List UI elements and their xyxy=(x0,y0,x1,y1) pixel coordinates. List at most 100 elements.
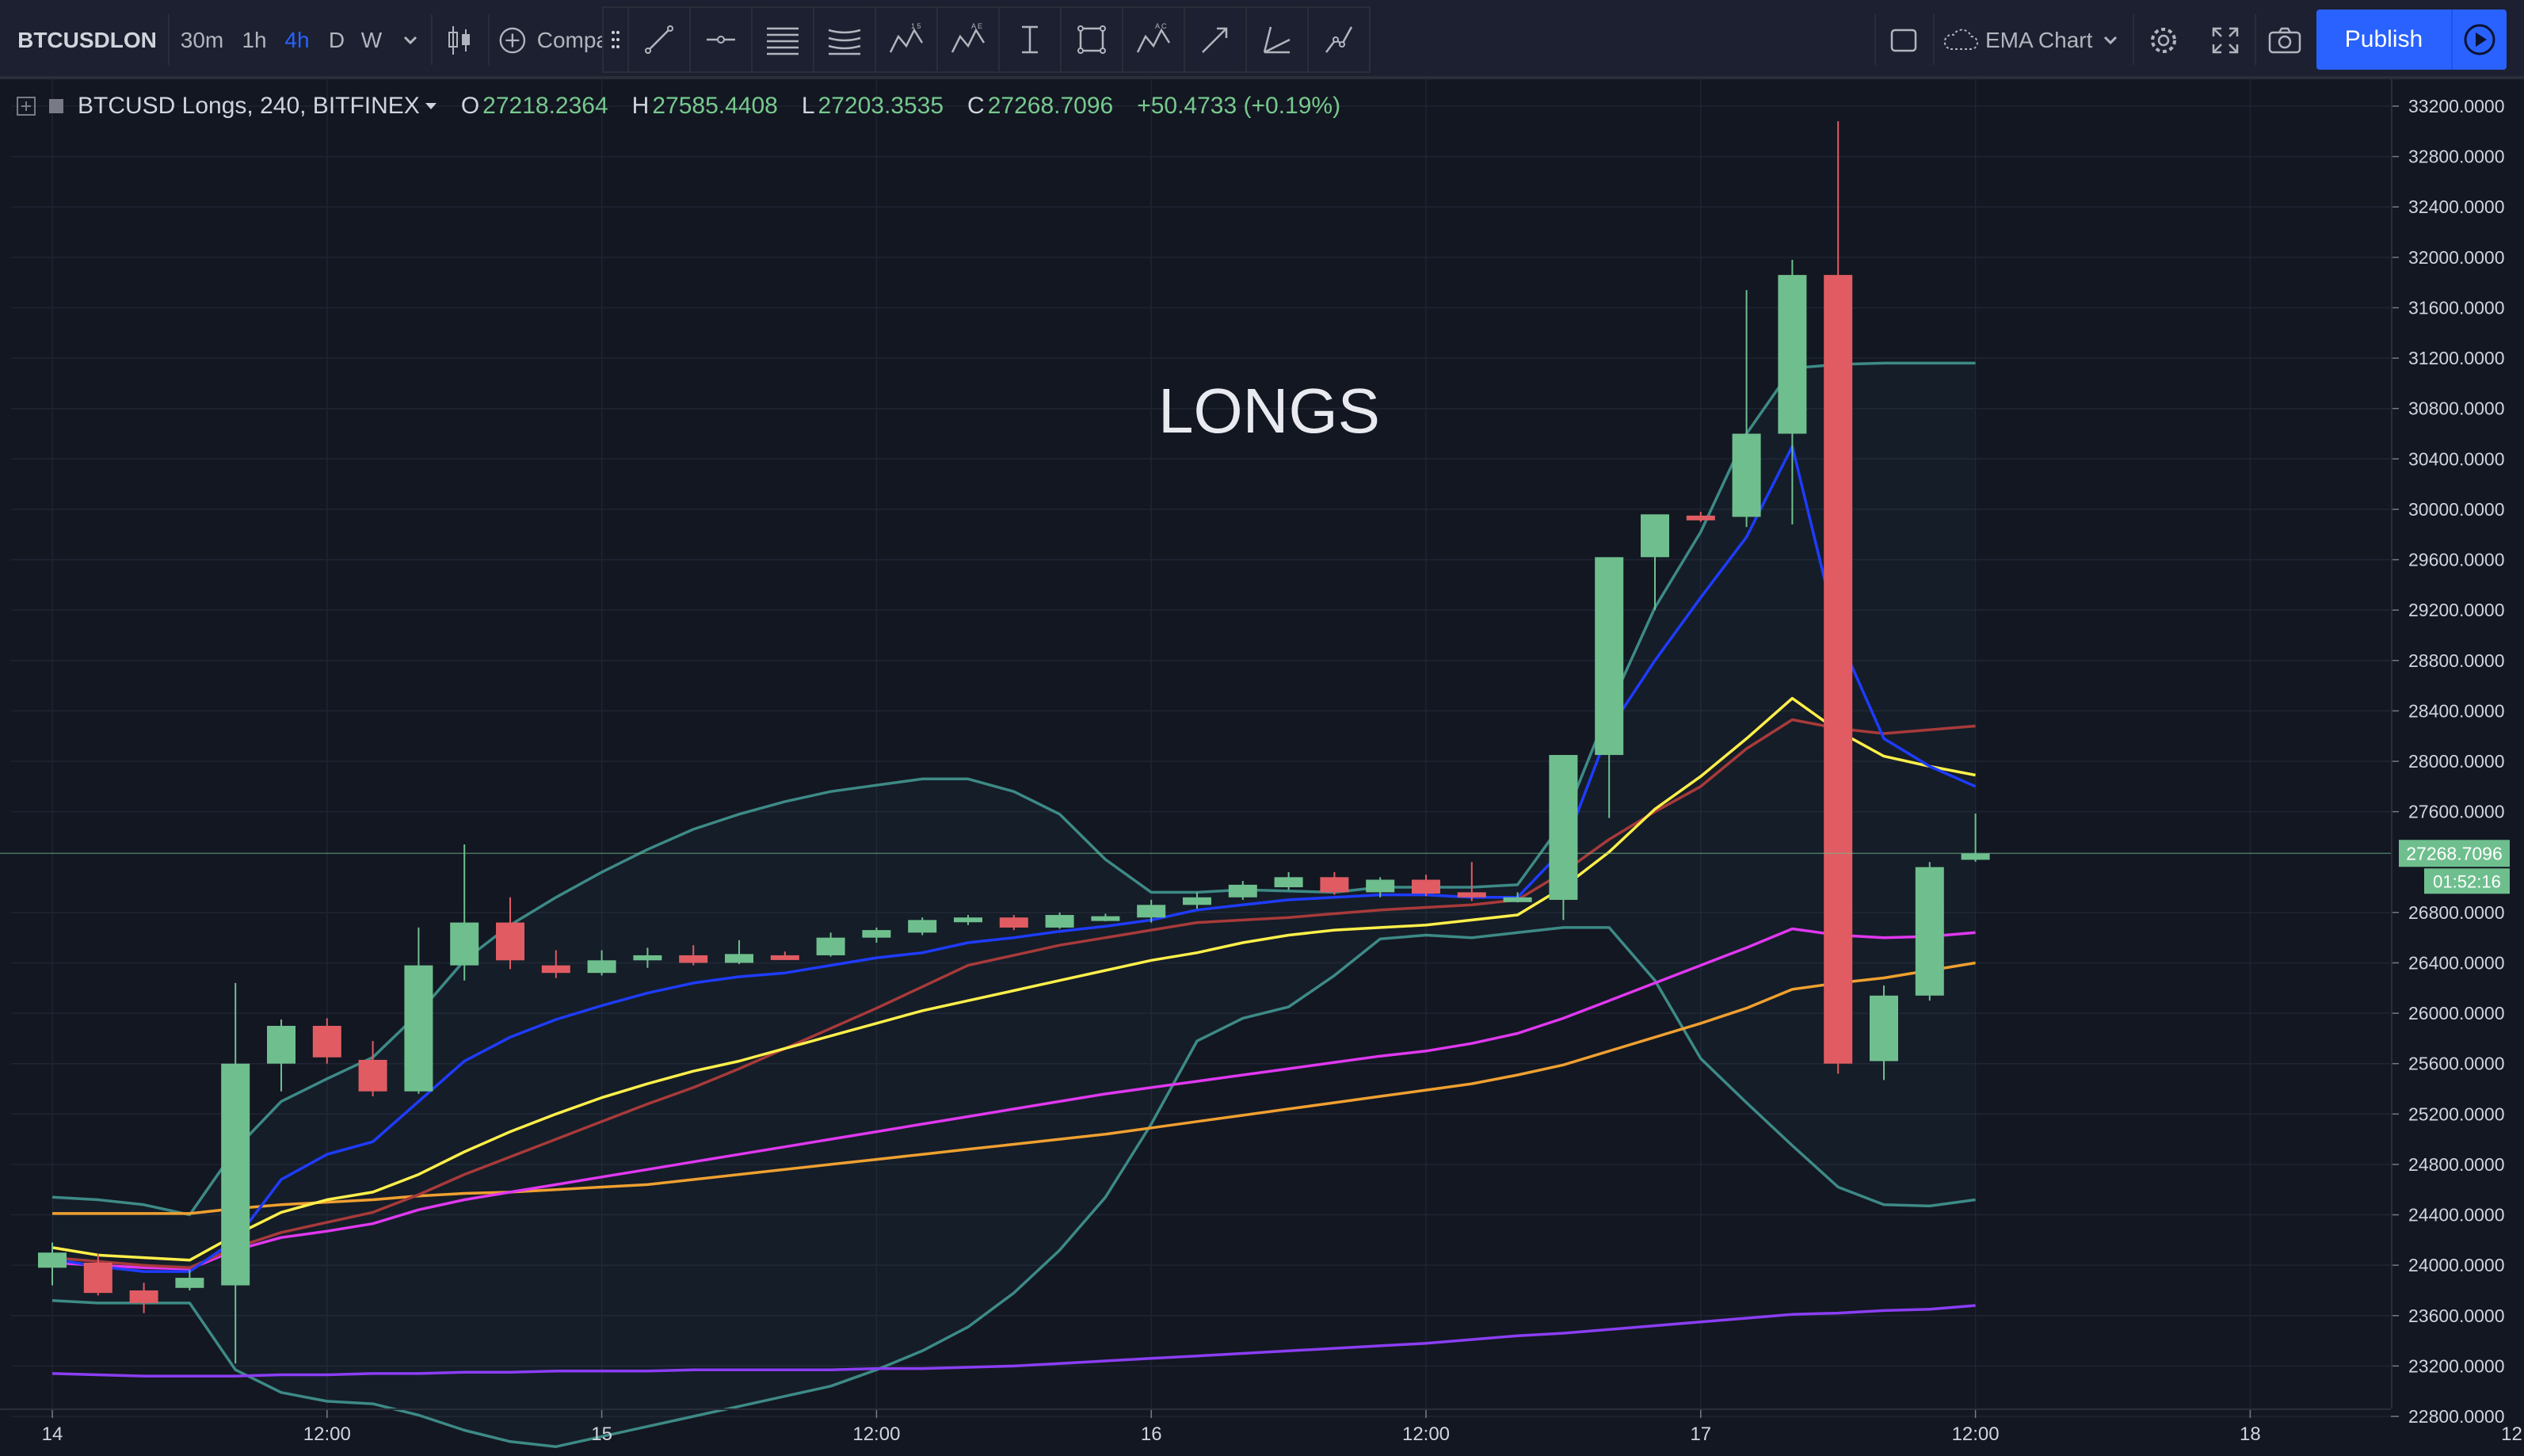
candle-body xyxy=(816,937,845,955)
elliott-wave-icon[interactable]: A C xyxy=(1123,8,1185,71)
candle-body xyxy=(129,1290,158,1303)
candle-body xyxy=(38,1252,67,1268)
candle-body xyxy=(862,930,891,938)
interval-w[interactable]: W xyxy=(352,13,391,68)
horizontal-line-icon[interactable] xyxy=(691,8,753,71)
series-dropdown-icon[interactable] xyxy=(425,102,437,110)
expand-plus-icon[interactable] xyxy=(16,96,36,116)
fullscreen-icon[interactable] xyxy=(2204,13,2247,68)
cloud-icon xyxy=(1943,29,1978,50)
candle-body xyxy=(1320,877,1349,893)
compare-label: Compa xyxy=(536,28,608,52)
candle-body xyxy=(999,917,1028,928)
path-icon[interactable] xyxy=(1309,8,1369,71)
arrow-icon[interactable] xyxy=(1185,8,1247,71)
symbol-search[interactable]: BTCUSDLON xyxy=(8,13,166,68)
candle-body xyxy=(587,960,616,974)
toolbar-divider xyxy=(488,14,490,65)
candle-body xyxy=(770,955,799,960)
candle-body xyxy=(312,1025,341,1058)
interval-dropdown-chevron-icon[interactable] xyxy=(395,13,426,68)
toolbar-divider xyxy=(168,14,170,65)
longs-annotation[interactable]: LONGS xyxy=(1158,375,1380,446)
candle-body xyxy=(1915,867,1944,996)
settings-gear-icon[interactable] xyxy=(2142,13,2185,68)
toolbar-divider xyxy=(1874,14,1876,65)
series-title[interactable]: BTCUSD Longs, 240, BITFINEX xyxy=(78,93,420,120)
parallel-channel-icon[interactable] xyxy=(753,8,814,71)
low-value: 27203.3535 xyxy=(818,93,944,119)
price-chart[interactable]: LONGS 33200.000032800.000032400.00003200… xyxy=(0,79,2524,1456)
replay-play-icon[interactable] xyxy=(2451,10,2507,70)
toolbar-divider xyxy=(1933,14,1935,65)
price-tick-label: 22800.0000 xyxy=(2408,1406,2505,1427)
high-value: 27585.4408 xyxy=(652,93,778,119)
close-value: 27268.7096 xyxy=(987,93,1114,119)
interval-d[interactable]: D xyxy=(317,13,356,68)
layout-name: EMA Chart xyxy=(1985,28,2093,52)
candle-body xyxy=(1228,884,1257,898)
fullscreen-rect-icon[interactable] xyxy=(1884,13,1924,68)
candle-body xyxy=(1412,879,1440,894)
close-label: C xyxy=(967,93,985,119)
interval-30m[interactable]: 30m xyxy=(181,13,223,68)
candle xyxy=(1457,862,1486,901)
candle xyxy=(404,927,433,1094)
candle-body xyxy=(1183,897,1211,905)
price-range-icon[interactable] xyxy=(1000,8,1062,71)
candle-body xyxy=(1686,515,1715,520)
xabcd-pattern-icon[interactable]: 1 5 xyxy=(876,8,938,71)
interval-4h[interactable]: 4h xyxy=(277,13,317,68)
time-axis[interactable] xyxy=(0,1408,2391,1456)
candle-body xyxy=(1366,879,1395,893)
candle-body xyxy=(1503,897,1532,902)
layout-dropdown[interactable]: EMA Chart xyxy=(1943,13,2125,68)
drag-handle-icon[interactable] xyxy=(604,8,629,71)
publish-button[interactable]: Publish xyxy=(2316,10,2451,70)
trend-line-icon[interactable] xyxy=(629,8,691,71)
candle xyxy=(908,917,937,936)
candle xyxy=(1274,871,1303,890)
chevron-down-icon xyxy=(2104,36,2118,45)
change-value: +50.4733 (+0.19%) xyxy=(1137,93,1341,119)
camera-icon[interactable] xyxy=(2263,13,2307,68)
fib-retracement-icon[interactable] xyxy=(814,8,876,71)
drawing-toolbar: 1 5 A E A C xyxy=(602,6,1371,73)
interval-1h[interactable]: 1h xyxy=(234,13,274,68)
candle-body xyxy=(450,922,479,966)
candle xyxy=(1320,871,1349,895)
high-label: H xyxy=(631,93,650,119)
compare-button[interactable]: Compa xyxy=(498,13,608,68)
candle xyxy=(267,1020,295,1092)
gann-fan-icon[interactable] xyxy=(1247,8,1309,71)
candle xyxy=(1412,875,1440,897)
candle xyxy=(1824,121,1853,1074)
candle-body xyxy=(541,965,570,974)
candle-body xyxy=(1549,755,1578,900)
bollinger-band-fill xyxy=(52,363,1976,1447)
candle-body xyxy=(725,954,753,963)
series-square-icon xyxy=(49,99,63,113)
abcd-pattern-icon[interactable]: A E xyxy=(938,8,1000,71)
low-label: L xyxy=(801,93,815,119)
candle-body xyxy=(679,955,708,963)
svg-text:1 5: 1 5 xyxy=(911,22,921,30)
candle xyxy=(1549,755,1578,920)
candle-body xyxy=(1091,916,1120,921)
candle-body xyxy=(358,1059,387,1092)
candle-body xyxy=(1778,275,1807,434)
candle-body xyxy=(1457,892,1486,898)
candle-body xyxy=(496,922,524,961)
candle xyxy=(496,897,524,970)
rectangle-icon[interactable] xyxy=(1062,8,1123,71)
toolbar-divider xyxy=(2133,14,2134,65)
price-axis[interactable] xyxy=(2391,79,2524,1408)
candle-body xyxy=(1641,514,1669,558)
open-value: 27218.2364 xyxy=(482,93,608,119)
time-tick-label: 12:00 xyxy=(2501,1424,2524,1445)
candle-body xyxy=(267,1025,295,1064)
candle-body xyxy=(1595,557,1624,756)
candle-body xyxy=(1961,853,1990,860)
candle-body xyxy=(1824,275,1853,1064)
candles-style-icon[interactable] xyxy=(436,13,483,68)
